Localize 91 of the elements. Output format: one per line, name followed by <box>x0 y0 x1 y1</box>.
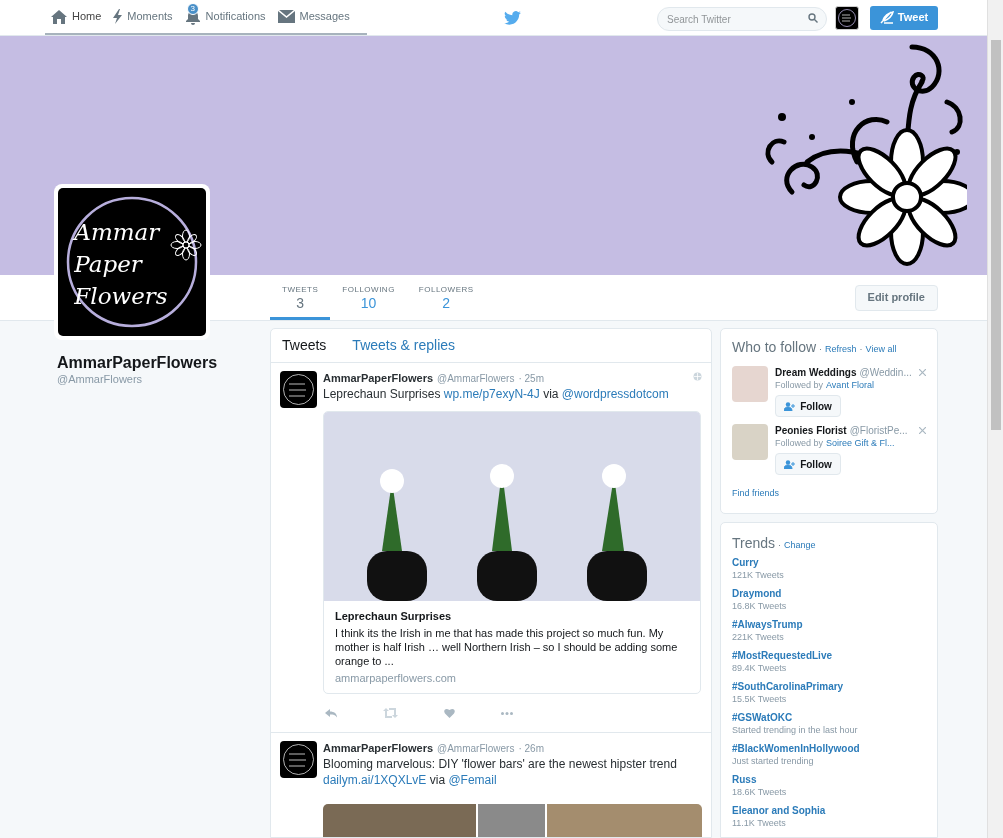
separator-dot: · <box>778 538 782 552</box>
add-person-icon <box>784 459 797 469</box>
followed-by-link[interactable]: Soiree Gift & Fl... <box>826 437 895 450</box>
followed-by-label: Followed by <box>775 379 824 392</box>
retweet-icon[interactable] <box>383 708 398 718</box>
module-title: Who to follow <box>732 338 817 357</box>
envelope-icon <box>277 10 295 23</box>
card-title: Leprechaun Surprises <box>335 609 453 623</box>
tweet-handle: @AmmarFlowers <box>437 742 515 756</box>
close-icon[interactable] <box>919 427 926 434</box>
scrollbar[interactable] <box>987 0 1003 838</box>
nav-tab[interactable]: Home <box>45 0 108 33</box>
trend-link[interactable]: #AlwaysTrump <box>732 617 926 631</box>
tweet-link[interactable]: dailym.ai/1XQXLvE <box>323 773 427 787</box>
search-icon <box>808 12 818 23</box>
trend-link[interactable]: #GSWatOKC <box>732 710 926 724</box>
tweet-author[interactable]: AmmarPaperFlowers <box>323 371 434 385</box>
trend-meta: 18.6K Tweets <box>732 785 788 799</box>
trend-meta: 15.5K Tweets <box>732 692 788 706</box>
trend-link[interactable]: Curry <box>732 555 926 569</box>
tweet-link[interactable]: @wordpressdotcom <box>561 387 669 401</box>
tweet-link[interactable]: wp.me/p7exyN-4J <box>443 387 540 401</box>
nav-tab[interactable]: Moments <box>107 0 179 33</box>
stats-tab[interactable]: TWEETS 3 <box>270 275 331 320</box>
change-link[interactable]: Change <box>784 538 816 552</box>
notification-badge: 3 <box>186 3 200 15</box>
trend-meta: 89.4K Tweets <box>732 661 788 675</box>
trend-link[interactable]: Russ <box>732 772 926 786</box>
logo-text: Ammar <box>74 218 160 247</box>
follow-button[interactable]: Follow <box>775 453 841 475</box>
separator-dot: · <box>819 343 823 356</box>
bird-logo-icon[interactable] <box>503 10 521 25</box>
nav-tab[interactable]: 3 Notifications <box>178 0 272 33</box>
reply-icon[interactable] <box>325 708 337 718</box>
account-handle: @FloristPe... <box>849 424 908 437</box>
more-icon[interactable] <box>501 711 513 715</box>
account-name[interactable]: Dream Weddings <box>775 366 857 379</box>
follow-button[interactable]: Follow <box>775 395 841 417</box>
add-person-icon <box>784 401 797 411</box>
followed-by-label: Followed by <box>775 437 824 450</box>
quill-icon <box>879 11 894 24</box>
tweet-text: Leprechaun Surprises wp.me/p7exyN-4J via @wordpressdotcom <box>323 386 670 402</box>
profile-name: AmmarPaperFlowers <box>57 353 219 373</box>
refresh-link[interactable]: Refresh <box>825 343 857 357</box>
logo-text: Paper <box>74 250 142 279</box>
tweet-avatar[interactable] <box>280 741 317 778</box>
stats-tab[interactable]: FOLLOWING 10 <box>330 275 407 320</box>
followed-by-link[interactable]: Avant Floral <box>826 379 874 392</box>
photo-placeholder <box>732 424 768 460</box>
account-avatar[interactable] <box>835 5 859 30</box>
home-icon <box>51 9 67 24</box>
close-icon[interactable] <box>919 369 926 376</box>
photo-placeholder <box>732 366 768 402</box>
card-domain: ammarpaperflowers.com <box>335 671 458 685</box>
tweet-handle: @AmmarFlowers <box>437 372 515 386</box>
profile-handle: @AmmarFlowers <box>57 373 144 386</box>
trend-meta: 16.8K Tweets <box>732 599 788 613</box>
trend-link[interactable]: Draymond <box>732 586 926 600</box>
view-all-link[interactable]: View all <box>865 343 897 357</box>
account-handle: @Weddin... <box>859 366 912 379</box>
flower-icon <box>170 229 202 261</box>
edit-profile-button[interactable]: Edit profile <box>854 284 938 311</box>
separator-dot: · <box>859 343 863 356</box>
module-title: Trends <box>732 533 776 553</box>
lightning-icon <box>113 9 123 24</box>
tweet-link[interactable]: @Femail <box>448 773 497 787</box>
trend-link[interactable]: #MostRequestedLive <box>732 648 926 662</box>
link-card[interactable]: Leprechaun Surprises I think its the Irish in me that has made this project so much fun. My mother is half Irish … well Northern Irish – so I should be adding some orange to ... ammarpaperflowers.com <box>323 411 701 694</box>
trend-meta: 121K Tweets <box>732 568 785 582</box>
tweet-time[interactable]: · 25m <box>518 372 544 386</box>
trend-meta: Started trending in the last hour <box>732 723 859 737</box>
card-description: I think its the Irish in me that has made this project so much fun. My mother is half Irish … well Northern Irish – so I should be adding some orange to ... <box>335 626 679 668</box>
search-field[interactable]: Search Twitter <box>657 7 827 31</box>
find-friends-link[interactable]: Find friends <box>732 487 926 501</box>
timeline-tab[interactable]: Tweets <box>282 335 327 356</box>
trend-meta: 221K Tweets <box>732 630 785 644</box>
tweet-button[interactable]: Tweet <box>870 5 938 30</box>
heart-icon[interactable] <box>444 708 455 718</box>
stats-tab[interactable]: FOLLOWERS 2 <box>406 275 486 320</box>
trend-link[interactable]: #SouthCarolinaPrimary <box>732 679 926 693</box>
tweet-author[interactable]: AmmarPaperFlowers <box>323 741 434 755</box>
tweet-time[interactable]: · 26m <box>518 742 544 756</box>
trend-meta: Just started trending <box>732 754 815 768</box>
timeline-tab[interactable]: Tweets & replies <box>352 335 456 356</box>
trend-link[interactable]: #BlackWomenInHollywood <box>732 741 926 755</box>
trend-meta: 11.1K Tweets <box>732 816 787 830</box>
tweet-avatar[interactable] <box>280 371 317 408</box>
nav-tab[interactable]: Messages <box>271 0 356 33</box>
tweet-text: Blooming marvelous: DIY 'flower bars' are the newest hipster trend dailym.ai/1XQXLvE via @Femail <box>323 756 678 788</box>
account-name[interactable]: Peonies Florist <box>775 424 847 437</box>
trend-link[interactable]: Eleanor and Sophia <box>732 803 926 817</box>
